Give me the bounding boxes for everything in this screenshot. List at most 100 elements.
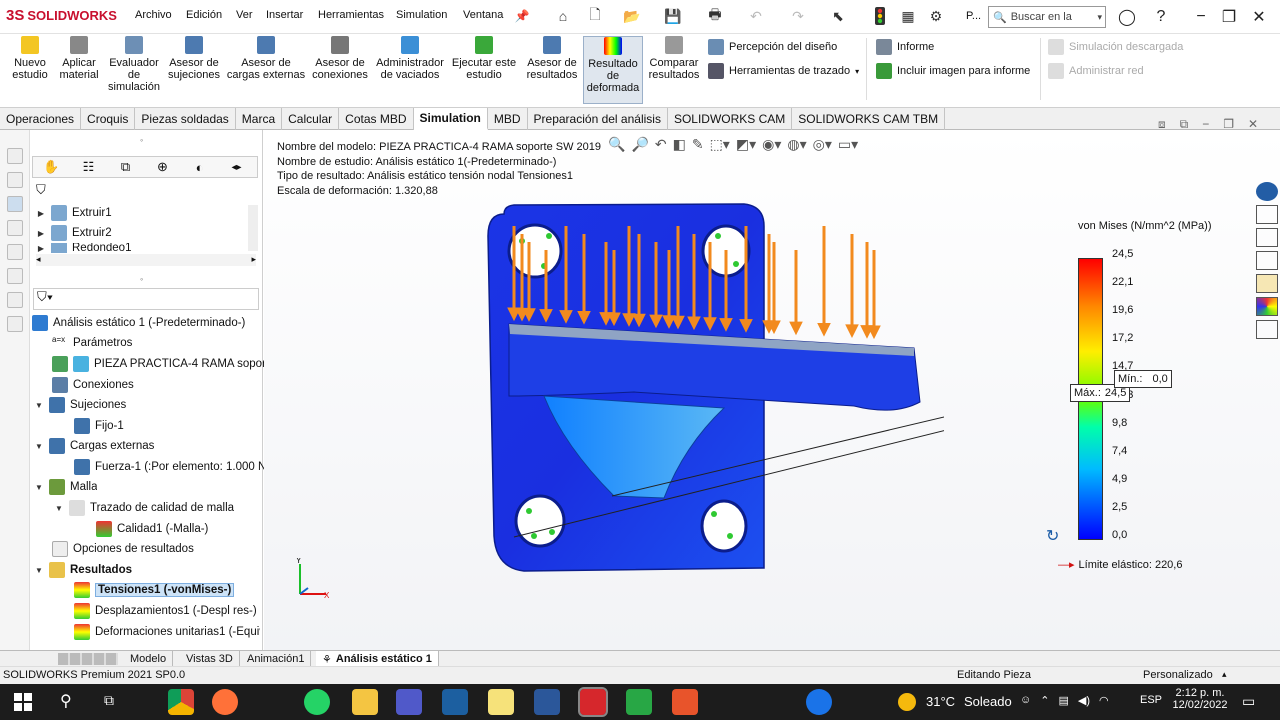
evaluador-simulacion-button[interactable]: Evaluador de simulación <box>104 36 164 104</box>
filter-icon[interactable]: ⛉ <box>36 182 46 198</box>
property-manager-tab-icon[interactable]: ☷ <box>70 157 107 177</box>
whatsapp-app-icon[interactable] <box>304 689 330 715</box>
close-icon[interactable]: ✕ <box>1248 6 1270 28</box>
sun-weather-icon[interactable] <box>898 693 916 711</box>
search-icon[interactable]: ⚲ <box>60 691 72 711</box>
tree-trazado-calidad[interactable]: ▼ Trazado de calidad de malla <box>54 498 234 518</box>
tab-solidworks-cam[interactable]: SOLIDWORKS CAM <box>668 108 793 130</box>
tree-fijo[interactable]: Fijo-1 <box>74 416 124 436</box>
min-probe-label[interactable]: Mín.: 0,0 <box>1114 370 1172 388</box>
study-root[interactable]: Análisis estático 1 (-Predeterminado-) <box>32 313 245 333</box>
collapse-icon[interactable]: ▼ <box>34 401 44 410</box>
collapse-icon[interactable]: ▼ <box>34 483 44 492</box>
expand-icon[interactable]: ▶ <box>36 209 46 218</box>
maximize-icon[interactable]: ❐ <box>1218 6 1240 28</box>
vertical-scrollbar[interactable] <box>248 205 258 251</box>
appearances-icon[interactable] <box>1256 297 1278 316</box>
design-library-icon[interactable] <box>1256 228 1278 247</box>
herramientas-trazado-button[interactable]: Herramientas de trazado ▾ <box>708 63 859 79</box>
area-tool-icon[interactable] <box>7 244 23 260</box>
asesor-conexiones-button[interactable]: Asesor de conexiones <box>310 36 370 104</box>
administrar-red-button[interactable]: Administrar red <box>1048 63 1144 79</box>
tree-desplazamientos1[interactable]: Desplazamientos1 (-Despl res-) <box>74 601 257 621</box>
previous-view-icon[interactable]: ↶ <box>655 136 667 153</box>
camtasia-app-icon[interactable] <box>626 689 652 715</box>
solidworks-app-icon[interactable] <box>578 687 608 717</box>
network-icon[interactable]: ▤ <box>1058 694 1068 707</box>
save-icon[interactable]: 💾 <box>663 6 683 26</box>
help-icon[interactable]: ? <box>1150 6 1172 28</box>
tab-scroll-buttons[interactable] <box>58 653 118 665</box>
traffic-light-icon[interactable] <box>870 6 890 26</box>
collapse-icon[interactable]: ▼ <box>54 504 64 513</box>
tree-fuerza[interactable]: Fuerza-1 (:Por elemento: 1.000 N: <box>74 457 270 477</box>
splitter-handle-icon[interactable]: ◦ <box>140 274 143 284</box>
tab-croquis[interactable]: Croquis <box>81 108 136 130</box>
search-input[interactable]: 🔍 Buscar en la ▾ <box>988 6 1106 28</box>
simulacion-descargada-button[interactable]: Simulación descargada <box>1048 39 1183 55</box>
asesor-sujeciones-button[interactable]: Asesor de sujeciones <box>166 36 222 104</box>
windows-start-icon[interactable] <box>14 693 32 711</box>
menu-insertar[interactable]: Insertar <box>266 9 303 21</box>
asesor-cargas-button[interactable]: Asesor de cargas externas <box>226 36 306 104</box>
spell-tool-icon[interactable] <box>7 172 23 188</box>
pin-icon[interactable]: 📌 <box>512 6 532 26</box>
tree-item-redondeo1[interactable]: ▶ Redondeo1 <box>36 243 131 253</box>
menu-edicion[interactable]: Edición <box>186 9 222 21</box>
menu-archivo[interactable]: Archivo <box>135 9 172 21</box>
status-units-arrow-icon[interactable]: ▴ <box>1222 669 1227 680</box>
tree-malla[interactable]: ▼ Malla <box>34 477 97 497</box>
asesor-resultados-button[interactable]: Asesor de resultados <box>524 36 580 104</box>
tree-calidad1[interactable]: Calidad1 (-Malla-) <box>96 519 208 539</box>
word-app-icon[interactable] <box>534 689 560 715</box>
config-manager-tab-icon[interactable]: ⧉ <box>107 157 144 177</box>
tab-piezas-soldadas[interactable]: Piezas soldadas <box>135 108 236 130</box>
doc-maximize-icon[interactable]: ❐ <box>1223 117 1234 132</box>
format-tool-icon[interactable] <box>7 196 23 212</box>
tree-tensiones1[interactable]: Tensiones1 (-vonMises-) <box>74 580 235 600</box>
stress-plot-model[interactable] <box>474 196 944 576</box>
link-tool-icon[interactable] <box>7 292 23 308</box>
chrome-app-icon[interactable] <box>168 689 194 715</box>
minimize-icon[interactable]: − <box>1190 6 1212 28</box>
redo-icon[interactable]: ↷ <box>788 6 808 26</box>
edit-tool-icon[interactable] <box>7 316 23 332</box>
gear-icon[interactable]: ⚙ <box>926 6 946 26</box>
custom-properties-icon[interactable] <box>1256 320 1278 339</box>
tree-pieza[interactable]: PIEZA PRACTICA-4 RAMA soport <box>52 354 269 374</box>
notes-app-icon[interactable] <box>488 689 514 715</box>
file-explorer-icon[interactable] <box>1256 251 1278 270</box>
tree-cargas[interactable]: ▼ Cargas externas <box>34 436 154 456</box>
expand-icon[interactable]: ▶ <box>36 244 46 253</box>
tree-resultados[interactable]: ▼ Resultados <box>34 560 132 580</box>
view-orientation-icon[interactable]: ⬚▾ <box>710 136 730 153</box>
recorder-app-icon[interactable] <box>672 689 698 715</box>
display-style-icon[interactable]: ◩▾ <box>736 136 756 153</box>
solidworks-logo[interactable]: 3S SOLIDWORKS <box>6 7 117 24</box>
tree-sujeciones[interactable]: ▼ Sujeciones <box>34 395 126 415</box>
feature-manager-tab-icon[interactable]: ✋ <box>33 157 70 177</box>
hide-show-icon[interactable]: ◉▾ <box>762 136 781 153</box>
menu-ventana[interactable]: Ventana <box>463 9 503 21</box>
edit-appearance-icon[interactable]: ◍▾ <box>787 136 806 153</box>
tab-calcular[interactable]: Calcular <box>282 108 340 130</box>
tree-item-extruir2[interactable]: ▶ Extruir2 <box>36 223 112 243</box>
scene-icon[interactable]: ◎▾ <box>813 136 832 153</box>
design-library-home-icon[interactable] <box>1256 205 1278 224</box>
tab-modelo[interactable]: Modelo <box>124 651 174 667</box>
resources-icon[interactable] <box>1256 182 1278 201</box>
tab-marca[interactable]: Marca <box>236 108 283 130</box>
dynamic-annotation-icon[interactable]: ✎ <box>692 136 704 153</box>
status-units[interactable]: Personalizado <box>1143 669 1213 681</box>
tree-opciones-resultados[interactable]: Opciones de resultados <box>52 539 194 559</box>
comparar-resultados-button[interactable]: Comparar resultados <box>646 36 702 104</box>
graphics-area[interactable]: Nombre del modelo: PIEZA PRACTICA-4 RAMA… <box>264 117 1280 650</box>
wifi-icon[interactable]: ◠ <box>1099 694 1109 707</box>
resultado-deformada-button[interactable]: Resultado de deformada <box>583 36 643 104</box>
tab-cotas-mbd[interactable]: Cotas MBD <box>339 108 414 130</box>
print-icon[interactable]: 🖶 <box>705 6 725 26</box>
tab-preparación-del-análisis[interactable]: Preparación del análisis <box>528 108 668 130</box>
dimxpert-tab-icon[interactable]: ⊕ <box>144 157 181 177</box>
title-extra[interactable]: P... <box>966 10 981 22</box>
tab-animacion1[interactable]: Animación1 <box>241 651 312 667</box>
